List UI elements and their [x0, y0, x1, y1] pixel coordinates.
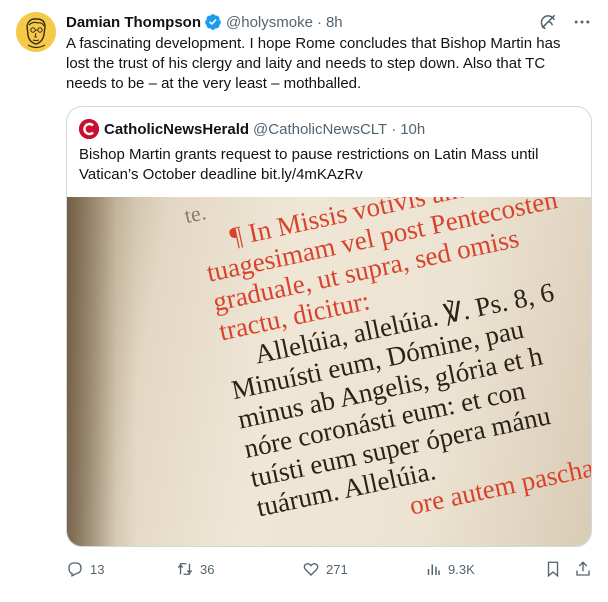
like-count: 271: [326, 561, 348, 577]
author-name[interactable]: Damian Thompson: [66, 14, 201, 31]
bookmark-icon: [547, 561, 559, 578]
quote-separator: ·: [391, 120, 397, 138]
avatar[interactable]: [16, 12, 56, 52]
quote-timestamp: 10h: [400, 120, 426, 138]
heart-icon: [303, 562, 319, 576]
like-button[interactable]: 271: [302, 560, 348, 578]
views-chart-icon: [427, 564, 440, 575]
quoted-tweet[interactable]: CatholicNewsHerald @CatholicNewsCLT · 10…: [66, 106, 592, 547]
avatar-illustration: [16, 12, 56, 52]
retweet-count: 36: [200, 561, 215, 577]
share-icon: [576, 561, 590, 576]
views-count: 9.3K: [448, 561, 475, 577]
tweet-actions: 13 36 271 9.3K: [66, 559, 592, 579]
retweet-icon: [177, 563, 193, 575]
reply-button[interactable]: 13: [66, 560, 104, 578]
quote-author-handle: @CatholicNewsCLT: [253, 120, 388, 138]
reply-icon: [68, 562, 82, 577]
tweet[interactable]: Damian Thompson @holysmoke · 8h A fascin…: [0, 0, 608, 602]
retweet-button[interactable]: 36: [176, 560, 214, 578]
quote-text: Bishop Martin grants request to pause re…: [79, 146, 539, 183]
separator: ·: [316, 13, 322, 31]
missal-text: tútum te. ¶ In Missis votivis ante Sep- …: [107, 197, 591, 546]
tweet-text: A fascinating development. I hope Rome c…: [66, 35, 565, 92]
quote-author-name: CatholicNewsHerald: [104, 120, 250, 138]
quote-header: CatholicNewsHerald @CatholicNewsCLT · 10…: [67, 107, 591, 139]
more-options-icon[interactable]: [572, 12, 592, 32]
quote-avatar: [79, 119, 99, 139]
tweet-header: Damian Thompson @holysmoke · 8h: [66, 12, 592, 32]
views-button[interactable]: 9.3K: [424, 560, 475, 578]
share-button[interactable]: [574, 560, 592, 578]
timestamp[interactable]: 8h: [326, 14, 343, 31]
catholic-news-herald-logo-icon: [79, 119, 99, 139]
verified-badge-icon: [204, 13, 222, 31]
bookmark-button[interactable]: [544, 560, 562, 578]
quote-image-missal-page[interactable]: tútum te. ¶ In Missis votivis ante Sep- …: [67, 197, 591, 546]
grok-icon[interactable]: [538, 12, 558, 32]
author-handle[interactable]: @holysmoke: [226, 14, 313, 31]
reply-count: 13: [90, 561, 105, 577]
